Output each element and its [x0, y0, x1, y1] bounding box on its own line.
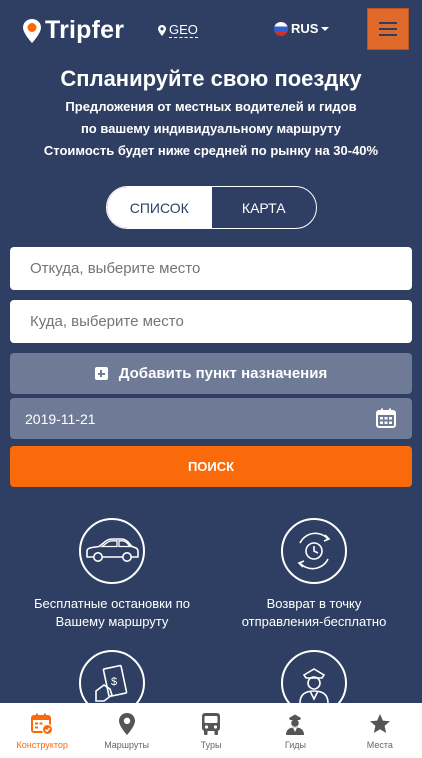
language-label: RUS — [291, 21, 319, 36]
star-icon — [369, 714, 390, 733]
calendar-icon — [31, 713, 54, 735]
logo[interactable]: Tripfer — [22, 16, 124, 45]
tab-list[interactable]: СПИСОК — [107, 187, 212, 228]
language-selector[interactable]: RUS — [274, 21, 330, 36]
calendar-icon[interactable] — [376, 408, 396, 428]
location-pin-logo-icon — [23, 18, 41, 43]
date-value: 2019-11-21 — [25, 410, 96, 427]
bus-icon — [202, 713, 221, 735]
hamburger-menu-button[interactable] — [367, 8, 409, 50]
geo-selector[interactable]: GEO — [158, 23, 198, 38]
page-title: Спланируйте свою поездку — [60, 66, 362, 91]
tab-map[interactable]: КАРТА — [212, 187, 317, 228]
car-icon — [79, 518, 145, 584]
add-destination-button[interactable]: Добавить пункт назначения — [10, 353, 412, 394]
nav-item-constructor[interactable]: Конструктор — [0, 703, 84, 758]
header: Tripfer GEO RUS — [0, 0, 422, 60]
search-button[interactable]: ПОИСК — [10, 446, 412, 487]
feature-free-return-line-1: Возврат в точку — [266, 596, 362, 611]
view-toggle: СПИСОК КАРТА — [106, 186, 317, 229]
geo-label: GEO — [169, 22, 198, 38]
plus-square-icon — [94, 367, 108, 380]
subtitle-line-1: Предложения от местных водителей и гидов — [65, 99, 357, 114]
menu-bar-icon — [379, 22, 397, 24]
nav-label-guides: Гиды — [284, 740, 306, 750]
feature-free-return-line-2: отправления-бесплатно — [241, 614, 387, 629]
map-pin-small-icon — [158, 25, 166, 36]
add-destination-label: Добавить пункт назначения — [118, 365, 328, 382]
russia-flag-icon — [274, 21, 288, 36]
to-input[interactable]: Куда, выберите место — [10, 300, 412, 343]
nav-label-tours: Туры — [200, 740, 222, 750]
guide-icon — [286, 714, 305, 735]
nav-label-constructor: Конструктор — [16, 740, 68, 750]
nav-item-routes[interactable]: Маршруты — [84, 703, 168, 758]
from-input[interactable]: Откуда, выберите место — [10, 247, 412, 290]
feature-free-stops-line-1: Бесплатные остановки по — [33, 596, 191, 611]
caret-down-icon — [321, 26, 330, 31]
svg-text:$: $ — [111, 676, 117, 688]
nav-item-tours[interactable]: Туры — [169, 703, 253, 758]
feature-free-return: Возврат в точку отправления-бесплатно — [214, 518, 414, 631]
subtitle-line-2: по вашему индивидуальному маршруту — [80, 121, 342, 136]
bottom-nav: Конструктор Маршруты Туры Гиды Места — [0, 703, 422, 758]
date-field[interactable]: 2019-11-21 — [10, 398, 412, 439]
map-pin-icon — [118, 713, 135, 735]
menu-bar-icon — [379, 34, 397, 36]
nav-label-places: Места — [366, 740, 393, 750]
subtitle-line-3: Стоимость будет ниже средней по рынку на… — [43, 143, 379, 158]
nav-item-places[interactable]: Места — [338, 703, 422, 758]
return-clock-icon — [281, 518, 347, 584]
logo-text: Tripfer — [45, 16, 125, 44]
feature-free-stops: Бесплатные остановки по Вашему маршруту — [12, 518, 212, 631]
feature-free-stops-line-2: Вашему маршруту — [55, 614, 169, 629]
nav-label-routes: Маршруты — [104, 740, 150, 750]
nav-item-guides[interactable]: Гиды — [253, 703, 337, 758]
menu-bar-icon — [379, 28, 397, 30]
